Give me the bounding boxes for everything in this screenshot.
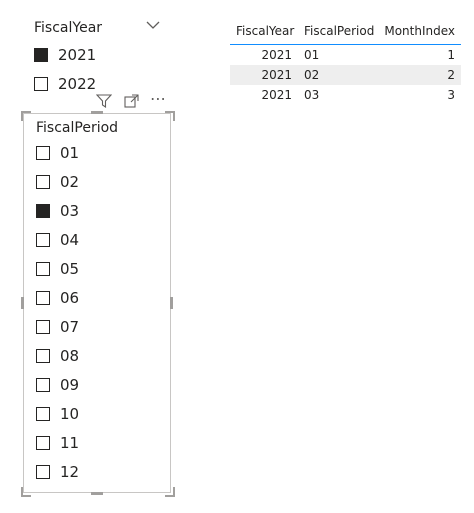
resize-handle-bottom[interactable] [91, 492, 103, 495]
fiscal-period-item-08[interactable]: 08 [36, 341, 156, 370]
fiscal-period-item-label: 01 [60, 143, 80, 162]
fiscal-period-item-label: 12 [60, 462, 80, 481]
fiscal-period-item-12[interactable]: 12 [36, 457, 156, 486]
table-cell: 2 [447, 68, 455, 82]
fiscal-period-item-05[interactable]: 05 [36, 254, 156, 283]
fiscal-period-item-label: 08 [60, 346, 80, 365]
resize-handle-right[interactable] [170, 297, 173, 309]
table-cell: 2021 [261, 48, 292, 62]
fiscal-period-item-label: 02 [60, 172, 80, 191]
table-row[interactable]: 2021 01 1 [230, 45, 461, 65]
fiscal-period-item-label: 09 [60, 375, 80, 394]
fiscal-period-item-03[interactable]: 03 [36, 196, 156, 225]
table-cell: 01 [304, 48, 320, 62]
fiscal-period-slicer[interactable]: FiscalPeriod 01 02 03 04 05 06 07 08 09 … [23, 113, 171, 493]
fiscal-period-item-label: 05 [60, 259, 80, 278]
fiscal-year-slicer-title: FiscalYear [34, 20, 103, 36]
checkbox[interactable] [36, 406, 50, 421]
column-header-fiscalyear[interactable]: FiscalYear [230, 24, 300, 38]
checkbox[interactable] [36, 319, 50, 334]
fiscal-period-item-06[interactable]: 06 [36, 283, 156, 312]
column-header-monthindex[interactable]: MonthIndex [376, 24, 461, 38]
resize-handle-top-right[interactable] [165, 111, 175, 121]
fiscal-period-item-07[interactable]: 07 [36, 312, 156, 341]
fiscal-period-item-label: 11 [60, 433, 80, 452]
resize-handle-bottom-right[interactable] [165, 487, 175, 497]
checkbox[interactable] [36, 290, 50, 305]
fiscal-period-slicer-title: FiscalPeriod [36, 120, 119, 136]
resize-handle-bottom-left[interactable] [21, 487, 31, 497]
filter-icon[interactable] [96, 94, 112, 108]
checkbox[interactable] [36, 232, 50, 247]
fiscal-period-item-02[interactable]: 02 [36, 167, 156, 196]
checkbox[interactable] [36, 261, 50, 276]
checkbox[interactable] [36, 145, 50, 160]
fiscal-year-item-label: 2022 [58, 74, 97, 93]
fiscal-year-slicer: FiscalYear 2021 2022 [34, 14, 164, 98]
checkbox[interactable] [36, 377, 50, 392]
table-cell: 03 [304, 88, 320, 102]
fiscal-year-item-2021[interactable]: 2021 [34, 40, 164, 69]
fiscal-period-item-11[interactable]: 11 [36, 428, 156, 457]
fiscal-year-slicer-header[interactable]: FiscalYear [34, 14, 164, 40]
resize-handle-top-left[interactable] [21, 111, 31, 121]
table-cell: 3 [447, 88, 455, 102]
table-cell: 02 [304, 68, 320, 82]
resize-handle-top[interactable] [91, 111, 103, 114]
fiscal-period-item-01[interactable]: 01 [36, 138, 156, 167]
table-cell: 1 [447, 48, 455, 62]
fiscal-year-item-label: 2021 [58, 45, 97, 64]
fiscal-period-list: 01 02 03 04 05 06 07 08 09 10 11 12 [36, 138, 156, 486]
checkbox-checked[interactable] [34, 47, 48, 62]
table-cell: 2021 [261, 68, 292, 82]
checkbox[interactable] [34, 76, 48, 91]
table-cell: 2021 [261, 88, 292, 102]
fiscal-period-item-label: 03 [60, 201, 80, 220]
resize-handle-left[interactable] [21, 297, 24, 309]
fiscal-period-item-label: 04 [60, 230, 80, 249]
table-row[interactable]: 2021 02 2 [230, 65, 461, 85]
more-options-icon[interactable]: ⋯ [150, 89, 166, 108]
table-row[interactable]: 2021 03 3 [230, 85, 461, 105]
checkbox[interactable] [36, 464, 50, 479]
checkbox[interactable] [36, 435, 50, 450]
fiscal-period-item-10[interactable]: 10 [36, 399, 156, 428]
table-header: FiscalYear FiscalPeriod MonthIndex [230, 18, 461, 45]
checkbox[interactable] [36, 174, 50, 189]
fiscal-period-item-label: 10 [60, 404, 80, 423]
focus-mode-icon[interactable] [124, 94, 139, 108]
fiscal-period-item-09[interactable]: 09 [36, 370, 156, 399]
checkbox-checked[interactable] [36, 203, 50, 218]
data-table: FiscalYear FiscalPeriod MonthIndex 2021 … [230, 18, 461, 105]
fiscal-period-item-label: 06 [60, 288, 80, 307]
column-header-fiscalperiod[interactable]: FiscalPeriod [300, 24, 376, 38]
checkbox[interactable] [36, 348, 50, 363]
fiscal-period-item-label: 07 [60, 317, 80, 336]
chevron-down-icon[interactable] [146, 20, 160, 30]
fiscal-period-item-04[interactable]: 04 [36, 225, 156, 254]
